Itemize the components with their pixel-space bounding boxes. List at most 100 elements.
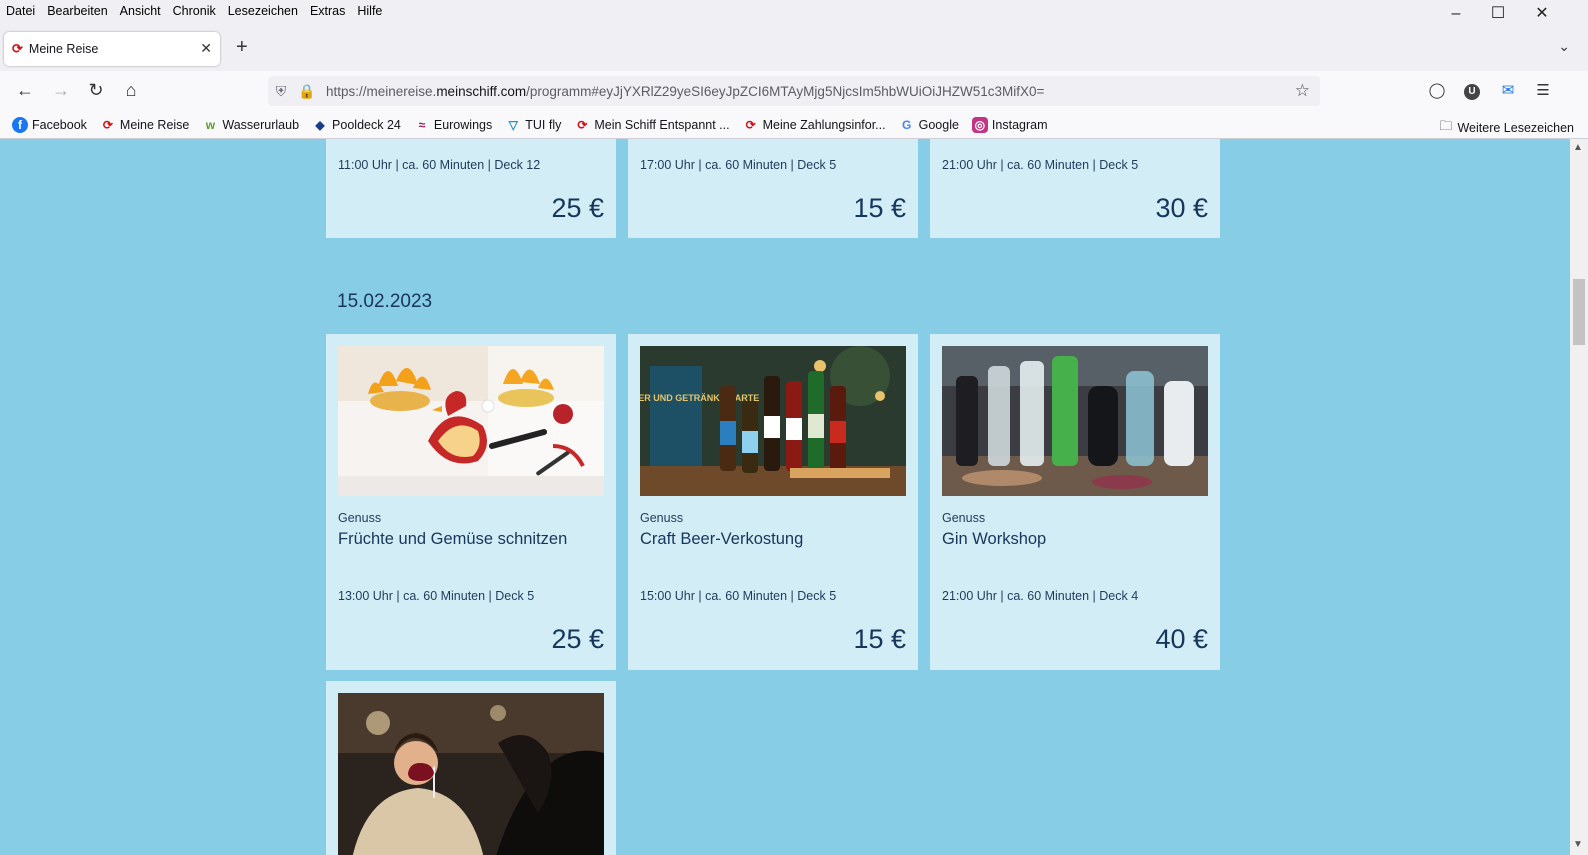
bookmark-item[interactable]: ⟳ Mein Schiff Entspannt ...	[574, 117, 729, 133]
maximize-button[interactable]: ☐	[1488, 4, 1508, 24]
event-meta: 21:00 Uhr | ca. 60 Minuten | Deck 5	[942, 158, 1139, 172]
ublock-icon[interactable]: U	[1461, 81, 1483, 100]
menu-bearbeiten[interactable]: Bearbeiten	[47, 4, 107, 18]
menu-ansicht[interactable]: Ansicht	[120, 4, 161, 18]
event-card-craft-beer[interactable]: CRAFT BEER UND GETRÄNKE KARTE Genuss Cra…	[628, 334, 918, 670]
tuifly-icon: ▽	[508, 117, 518, 132]
forward-button[interactable]: →	[50, 80, 72, 101]
event-title[interactable]: Gin Workshop	[942, 530, 1046, 549]
home-button[interactable]: ⌂	[120, 80, 142, 101]
event-card[interactable]: 11:00 Uhr | ca. 60 Minuten | Deck 12 25 …	[326, 139, 616, 238]
google-icon: G	[901, 117, 912, 132]
bookmark-label: Meine Zahlungsinfor...	[762, 117, 886, 132]
fruit-carving-image[interactable]	[338, 346, 604, 496]
bookmark-item[interactable]: w Wasserurlaub	[202, 117, 299, 133]
bookmark-item[interactable]: ◆ Pooldeck 24	[312, 117, 401, 133]
event-price: 15 €	[853, 624, 906, 654]
url-bar[interactable]: ⛨ 🔒 https://meinereise. meinschiff.com/pr…	[268, 76, 1320, 106]
event-price: 25 €	[551, 624, 604, 654]
bookmark-label: Instagram	[991, 117, 1048, 132]
hamburger-menu-icon[interactable]: ☰	[1532, 81, 1554, 99]
menu-bar: Datei Bearbeiten Ansicht Chronik Lesezei…	[0, 0, 1588, 22]
event-price: 25 €	[551, 193, 604, 223]
bookmark-label: Eurowings	[433, 117, 493, 132]
minimize-button[interactable]: –	[1446, 4, 1466, 24]
nav-bar: ← → ↻ ⌂ ⛨ 🔒 https://meinereise. meinschif…	[0, 71, 1588, 111]
bookmark-label: Google	[918, 117, 959, 132]
event-category: Genuss	[942, 511, 986, 525]
browser-chrome: Datei Bearbeiten Ansicht Chronik Lesezei…	[0, 0, 1588, 139]
wine-tasting-image[interactable]	[338, 693, 604, 855]
event-price: 40 €	[1155, 624, 1208, 654]
bookmarks-toolbar: f Facebook ⟳ Meine Reise w Wasserurlaub ◆ Poold…	[0, 111, 1588, 139]
event-card[interactable]: 21:00 Uhr | ca. 60 Minuten | Deck 5 30 €	[930, 139, 1220, 238]
lock-icon[interactable]: 🔒	[294, 83, 320, 100]
eurowings-icon: ≈	[418, 117, 426, 132]
close-window-button[interactable]: ✕	[1532, 4, 1552, 24]
folder-icon: 🗀	[1439, 118, 1453, 133]
wasserurlaub-icon: w	[205, 117, 216, 132]
tui-icon: ⟳	[577, 117, 588, 132]
event-card-gin-workshop[interactable]: Genuss Gin Workshop 21:00 Uhr | ca. 60 M…	[930, 334, 1220, 670]
event-title[interactable]: Früchte und Gemüse schnitzen	[338, 530, 567, 549]
tab-list-chevron-icon[interactable]: ⌄	[1558, 38, 1570, 55]
url-path: /programm#eyJjYXRlZ29yeSI6eyJpZCI6MTAyMj…	[526, 83, 1045, 99]
event-card-wine[interactable]	[326, 681, 616, 855]
event-category: Genuss	[338, 511, 382, 525]
menu-extras[interactable]: Extras	[310, 4, 345, 18]
craft-beer-image[interactable]: CRAFT BEER UND GETRÄNKE KARTE	[640, 346, 906, 496]
event-card[interactable]: 17:00 Uhr | ca. 60 Minuten | Deck 5 15 €	[628, 139, 918, 238]
facebook-icon: f	[12, 116, 28, 133]
bookmark-label: Mein Schiff Entspannt ...	[594, 117, 730, 132]
beer-sign-text: CRAFT BEER UND GETRÄNKE KARTE	[640, 393, 759, 403]
bookmark-label: Facebook	[32, 117, 87, 132]
scrollbar-thumb[interactable]	[1573, 279, 1585, 345]
new-tab-button[interactable]: +	[236, 36, 248, 59]
bookmark-label: TUI fly	[525, 117, 562, 132]
bookmark-item[interactable]: ▽ TUI fly	[505, 117, 562, 133]
date-heading: 15.02.2023	[337, 291, 433, 312]
menu-lesezeichen[interactable]: Lesezeichen	[228, 4, 298, 18]
bookmark-item[interactable]: ≈ Eurowings	[414, 117, 493, 133]
menu-hilfe[interactable]: Hilfe	[357, 4, 382, 18]
event-card-fruit-carving[interactable]: Genuss Früchte und Gemüse schnitzen 13:0…	[326, 334, 616, 670]
scroll-up-arrow-icon[interactable]: ▲	[1573, 142, 1583, 153]
url-prefix: https://meinereise.	[326, 83, 437, 99]
bookmark-label: Wasserurlaub	[222, 117, 300, 132]
instagram-icon: ◎	[971, 116, 988, 133]
event-meta: 21:00 Uhr | ca. 60 Minuten | Deck 4	[942, 589, 1139, 603]
gin-workshop-image[interactable]	[942, 346, 1208, 496]
event-price: 30 €	[1155, 193, 1208, 223]
reload-button[interactable]: ↻	[85, 80, 107, 101]
page-scrollbar[interactable]: ▲ ▼	[1570, 139, 1588, 855]
pocket-icon[interactable]: ◯	[1426, 81, 1448, 99]
more-bookmarks-button[interactable]: 🗀 Weitere Lesezeichen	[1439, 117, 1574, 139]
shield-icon[interactable]: ⛨	[268, 83, 294, 100]
mail-icon[interactable]: ✉	[1497, 81, 1519, 99]
scroll-down-arrow-icon[interactable]: ▼	[1573, 839, 1583, 850]
event-title[interactable]: Craft Beer-Verkostung	[640, 530, 803, 549]
event-meta: 11:00 Uhr | ca. 60 Minuten | Deck 12	[338, 158, 541, 172]
bookmark-label: Pooldeck 24	[332, 117, 401, 132]
tui-icon: ⟳	[12, 41, 23, 56]
tab-meine-reise[interactable]: ⟳ Meine Reise ✕	[4, 32, 220, 66]
bookmark-item[interactable]: ⟳ Meine Zahlungsinfor...	[743, 117, 886, 133]
event-price: 15 €	[853, 193, 906, 223]
url-host: meinschiff.com	[436, 83, 527, 99]
event-meta: 15:00 Uhr | ca. 60 Minuten | Deck 5	[640, 589, 837, 603]
bookmark-item[interactable]: G Google	[899, 117, 959, 133]
event-meta: 13:00 Uhr | ca. 60 Minuten | Deck 5	[338, 589, 535, 603]
bookmark-item[interactable]: f Facebook	[12, 116, 87, 133]
menu-datei[interactable]: Datei	[6, 4, 35, 18]
bookmark-item[interactable]: ⟳ Meine Reise	[100, 117, 190, 133]
menu-chronik[interactable]: Chronik	[173, 4, 216, 18]
close-tab-icon[interactable]: ✕	[200, 40, 212, 57]
tab-strip: ⟳ Meine Reise ✕ + ⌄	[0, 28, 1588, 70]
tui-icon: ⟳	[745, 117, 756, 132]
back-button[interactable]: ←	[14, 80, 36, 101]
pooldeck-icon: ◆	[315, 117, 325, 132]
bookmark-star-icon[interactable]: ☆	[1295, 81, 1310, 101]
event-meta: 17:00 Uhr | ca. 60 Minuten | Deck 5	[640, 158, 837, 172]
bookmark-item[interactable]: ◎ Instagram	[971, 116, 1048, 133]
tui-icon: ⟳	[102, 117, 113, 132]
